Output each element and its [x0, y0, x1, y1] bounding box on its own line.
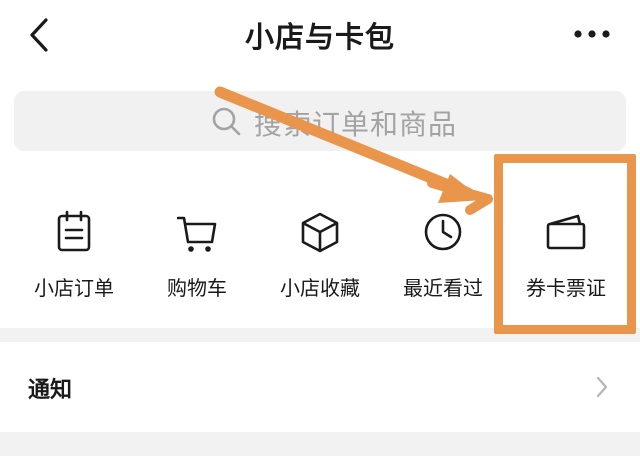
action-shop-favorites[interactable]: 小店收藏 — [260, 200, 380, 310]
notifications-row[interactable]: 通知 — [0, 342, 640, 432]
bottom-divider — [0, 432, 640, 456]
search-icon — [212, 107, 241, 136]
notifications-label: 通知 — [28, 378, 73, 403]
action-label: 最近看过 — [403, 276, 483, 300]
page-title: 小店与卡包 — [244, 20, 395, 54]
box-icon — [301, 212, 339, 253]
more-horizontal-icon — [574, 30, 610, 38]
shopping-cart-icon — [177, 216, 217, 252]
quick-actions: 小店订单 购物车 小店收藏 最近看过 券卡票证 — [0, 200, 640, 310]
action-shopping-cart[interactable]: 购物车 — [137, 200, 257, 310]
order-list-icon — [57, 210, 91, 252]
card-wallet-icon — [546, 214, 586, 250]
search-input[interactable]: 搜索订单和商品 — [14, 91, 626, 151]
action-label: 小店收藏 — [280, 276, 360, 300]
header-bar: 小店与卡包 — [0, 0, 640, 70]
more-button[interactable] — [570, 22, 614, 46]
clock-icon — [424, 213, 462, 251]
chevron-right-icon — [596, 376, 608, 398]
page: 小店与卡包 搜索订单和商品 小店订单 购物车 小店收藏 最近看过 券卡票证 通知 — [0, 0, 640, 456]
action-shop-orders[interactable]: 小店订单 — [14, 200, 134, 310]
action-label: 券卡票证 — [526, 276, 606, 300]
action-label: 购物车 — [167, 276, 227, 300]
action-recently-viewed[interactable]: 最近看过 — [383, 200, 503, 310]
section-divider — [0, 328, 640, 342]
search-placeholder: 搜索订单和商品 — [254, 108, 458, 141]
action-label: 小店订单 — [34, 276, 114, 300]
action-cards-tickets[interactable]: 券卡票证 — [506, 200, 626, 310]
